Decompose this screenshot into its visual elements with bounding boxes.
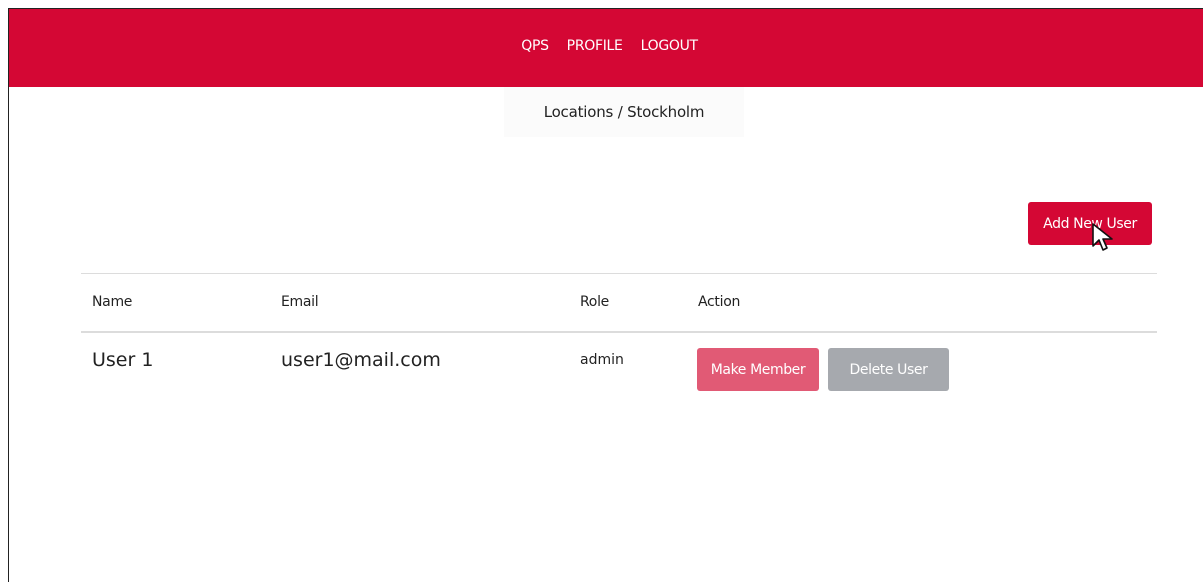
delete-user-button[interactable]: Delete User	[828, 348, 949, 391]
table-row: User 1 user1@mail.com admin Make Member …	[81, 333, 1157, 403]
table-header: Name Email Role Action	[81, 273, 1157, 333]
add-new-user-button[interactable]: Add New User	[1028, 202, 1152, 245]
mouse-pointer-icon	[1092, 223, 1113, 251]
breadcrumb: Locations / Stockholm	[504, 87, 744, 137]
app-frame: QPS PROFILE LOGOUT Locations / Stockholm…	[8, 8, 1203, 582]
column-header-action: Action	[698, 294, 741, 310]
column-header-email: Email	[281, 294, 319, 310]
user-email-cell: user1@mail.com	[281, 349, 441, 371]
top-navbar: QPS PROFILE LOGOUT	[9, 9, 1203, 87]
column-header-role: Role	[580, 294, 609, 310]
make-member-button[interactable]: Make Member	[697, 348, 819, 391]
column-header-name: Name	[92, 294, 133, 310]
user-role-cell: admin	[580, 352, 624, 368]
user-name-cell: User 1	[92, 349, 154, 371]
nav-link-qps[interactable]: QPS	[521, 38, 549, 54]
nav-link-profile[interactable]: PROFILE	[567, 38, 623, 54]
nav-link-logout[interactable]: LOGOUT	[641, 38, 698, 54]
users-table: Name Email Role Action User 1 user1@mail…	[81, 273, 1157, 403]
